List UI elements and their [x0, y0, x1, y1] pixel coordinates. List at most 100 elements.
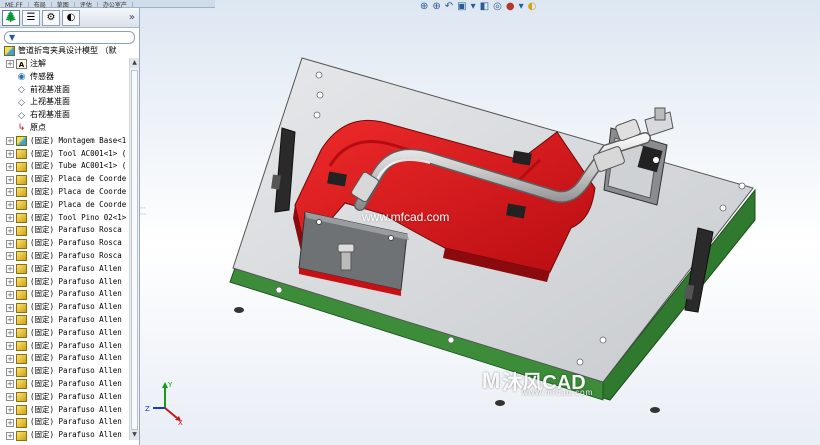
- expand-icon[interactable]: +: [6, 290, 14, 299]
- display-style-icon[interactable]: ◧: [480, 1, 489, 12]
- tree-item-label: 传感器: [30, 71, 54, 81]
- view-orientation-icon[interactable]: ▾: [471, 1, 476, 12]
- section-view-icon[interactable]: ▣: [457, 1, 466, 12]
- tree-item-label: (固定) Montagem Base<1: [30, 135, 127, 145]
- expand-icon[interactable]: +: [6, 354, 14, 363]
- part-icon: [16, 366, 27, 377]
- scroll-down-icon[interactable]: ▼: [130, 430, 139, 440]
- expand-icon[interactable]: +: [6, 213, 14, 222]
- tree-item-label: (固定) Tool AC001<1> (: [30, 148, 127, 158]
- part-icon: [16, 289, 27, 300]
- tree-item[interactable]: + (固定) Parafuso Allen: [0, 429, 128, 442]
- graphics-viewport[interactable]: www.mfcad.com M 沐风CAD www.mfcad.com Z Y …: [145, 0, 820, 445]
- tree-item[interactable]: ↳ 原点: [0, 122, 128, 135]
- expand-icon[interactable]: +: [6, 405, 14, 414]
- tree-item[interactable]: + A 注解: [0, 58, 128, 71]
- expand-icon[interactable]: +: [6, 265, 14, 274]
- expand-icon[interactable]: +: [6, 226, 14, 235]
- scroll-thumb[interactable]: [131, 70, 138, 430]
- tree-item-label: (固定) Parafuso Allen: [30, 327, 122, 337]
- tree-item[interactable]: + (固定) Parafuso Allen: [0, 404, 128, 417]
- tree-item[interactable]: ◉ 传感器: [0, 71, 128, 84]
- asm-icon: [16, 136, 27, 147]
- tree-item[interactable]: + (固定) Parafuso Rosca: [0, 237, 128, 250]
- configuration-manager-tab[interactable]: ⚙: [42, 9, 60, 26]
- display-manager-tab[interactable]: ◐: [62, 9, 80, 26]
- tree-item[interactable]: + (固定) Placa de Coorde: [0, 199, 128, 212]
- expand-icon[interactable]: +: [6, 418, 14, 427]
- edit-appearance-icon[interactable]: ●: [506, 1, 515, 12]
- expand-icon[interactable]: +: [6, 303, 14, 312]
- tree-item[interactable]: + (固定) Parafuso Allen: [0, 263, 128, 276]
- tree-item[interactable]: + (固定) Tool Pino 02<1>: [0, 212, 128, 225]
- tree-item[interactable]: + (固定) Parafuso Allen: [0, 301, 128, 314]
- tree-item[interactable]: + (固定) Placa de Coorde: [0, 186, 128, 199]
- tree-item-label: (固定) Placa de Coorde: [30, 186, 127, 196]
- expand-icon[interactable]: +: [6, 239, 14, 248]
- tree-scrollbar[interactable]: ▲ ▼: [129, 58, 139, 440]
- tree-item[interactable]: + (固定) Parafuso Allen: [0, 314, 128, 327]
- feature-manager-tab[interactable]: 🌲: [2, 9, 20, 26]
- tree-item[interactable]: + (固定) Parafuso Allen: [0, 288, 128, 301]
- view-settings-icon[interactable]: ◐: [528, 1, 537, 12]
- tree-item[interactable]: + (固定) Parafuso Allen: [0, 327, 128, 340]
- tree-item[interactable]: + (固定) Parafuso Allen: [0, 391, 128, 404]
- tree-item-label: (固定) Parafuso Allen: [30, 430, 122, 440]
- expand-icon[interactable]: +: [6, 277, 14, 286]
- tree-item[interactable]: + (固定) Tube AC001<1> (: [0, 160, 128, 173]
- part-icon: [16, 200, 27, 211]
- part-icon: [16, 264, 27, 275]
- heads-up-view-toolbar: ⊕ ⊕ ↶ ▣ ▾ ◧ ◎ ● ▾ ◐: [420, 0, 536, 12]
- tree-item[interactable]: + (固定) Parafuso Allen: [0, 276, 128, 289]
- scroll-up-icon[interactable]: ▲: [130, 58, 139, 68]
- expand-icon[interactable]: +: [6, 201, 14, 210]
- expand-icon[interactable]: +: [6, 380, 14, 389]
- tree-item[interactable]: + (固定) Parafuso Allen: [0, 352, 128, 365]
- expand-icon[interactable]: +: [6, 252, 14, 261]
- tree-item-label: (固定) Parafuso Allen: [30, 366, 122, 376]
- expand-icon[interactable]: +: [6, 149, 14, 158]
- part-icon: [16, 340, 27, 351]
- tree-item-label: (固定) Parafuso Allen: [30, 276, 122, 286]
- hide-show-icon[interactable]: ◎: [493, 1, 502, 12]
- tree-item-label: 注解: [30, 59, 46, 68]
- expand-icon[interactable]: +: [6, 175, 14, 184]
- zoom-to-fit-icon[interactable]: ⊕: [420, 1, 428, 12]
- tree-item[interactable]: + (固定) Montagem Base<1: [0, 135, 128, 148]
- tree-item[interactable]: + (固定) Parafuso Rosca: [0, 224, 128, 237]
- tree-item[interactable]: + (固定) Parafuso Allen: [0, 340, 128, 353]
- expand-icon[interactable]: +: [6, 329, 14, 338]
- tree-item[interactable]: ◇ 前视基准面: [0, 84, 128, 97]
- tree-item-label: (固定) Parafuso Rosca: [30, 250, 122, 260]
- axis-triad: Z Y X: [145, 381, 183, 425]
- expand-icon[interactable]: +: [6, 137, 14, 146]
- expand-icon[interactable]: +: [6, 393, 14, 402]
- tree-item-label: (固定) Parafuso Allen: [30, 302, 122, 312]
- tree-item[interactable]: + (固定) Tool AC001<1> (: [0, 148, 128, 161]
- expand-icon[interactable]: +: [6, 431, 14, 440]
- sensor-icon: ◉: [17, 72, 26, 83]
- expand-icon[interactable]: +: [6, 60, 14, 69]
- tree-item[interactable]: + (固定) Parafuso Allen: [0, 416, 128, 429]
- expand-icon[interactable]: +: [6, 188, 14, 197]
- expand-icon[interactable]: +: [6, 316, 14, 325]
- root-assembly-node[interactable]: 管道折弯夹具设计模型 （默: [0, 44, 130, 58]
- tree-item[interactable]: ◇ 上视基准面: [0, 96, 128, 109]
- apply-scene-icon[interactable]: ▾: [519, 1, 524, 12]
- previous-view-icon[interactable]: ↶: [445, 1, 453, 12]
- feature-tree: + A 注解 ◉ 传感器 ◇ 前视基准面 ◇ 上视基准面 ◇ 右视基准面 ↳ 原点 + (固定) Monta…: [0, 58, 128, 445]
- property-manager-tab[interactable]: ☰: [22, 9, 40, 26]
- tree-item-label: (固定) Parafuso Allen: [30, 263, 122, 273]
- tree-item[interactable]: + (固定) Parafuso Rosca: [0, 250, 128, 263]
- zoom-to-area-icon[interactable]: ⊕: [432, 1, 440, 12]
- part-icon: [16, 251, 27, 262]
- feature-filter[interactable]: ▼: [4, 31, 135, 44]
- tree-item[interactable]: + (固定) Placa de Coorde: [0, 173, 128, 186]
- tree-item[interactable]: + (固定) Parafuso Allen: [0, 365, 128, 378]
- tree-item[interactable]: ◇ 右视基准面: [0, 109, 128, 122]
- more-tabs-button[interactable]: »: [129, 12, 135, 23]
- expand-icon[interactable]: +: [6, 367, 14, 376]
- expand-icon[interactable]: +: [6, 162, 14, 171]
- tree-item[interactable]: + (固定) Parafuso Allen: [0, 378, 128, 391]
- expand-icon[interactable]: +: [6, 341, 14, 350]
